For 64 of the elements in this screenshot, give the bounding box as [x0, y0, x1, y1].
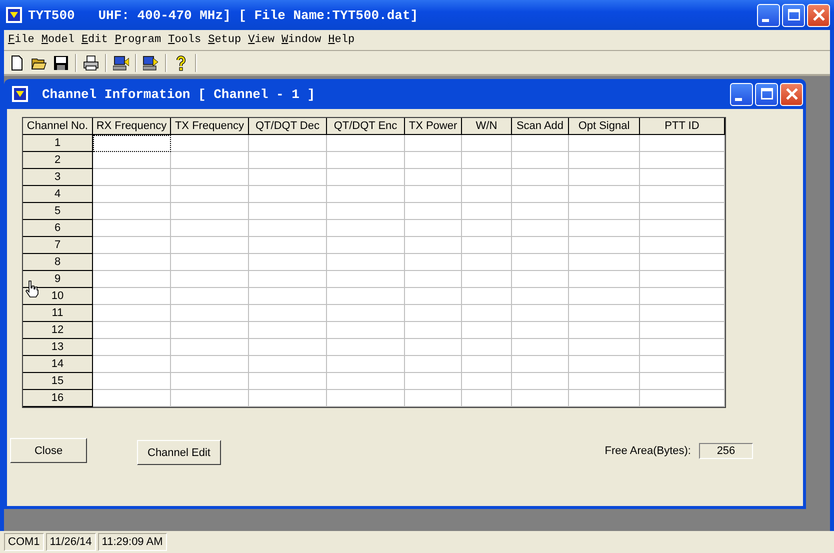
menu-item[interactable]: Model — [41, 34, 74, 46]
minimize-button[interactable] — [730, 82, 753, 106]
row-header[interactable]: 14 — [23, 356, 93, 373]
row-header[interactable]: 16 — [23, 390, 93, 407]
app-icon — [6, 7, 22, 23]
close-icon — [786, 88, 798, 100]
column-header[interactable]: TX Power — [405, 118, 462, 135]
free-area-label: Free Area(Bytes): — [604, 444, 691, 456]
menu-item[interactable]: Tools — [168, 34, 202, 46]
close-button[interactable] — [780, 82, 803, 106]
computer-arrow-icon[interactable] — [143, 54, 159, 70]
row-header[interactable]: 3 — [23, 169, 93, 186]
column-header[interactable]: PTT ID — [640, 118, 725, 135]
maximize-button[interactable] — [755, 82, 778, 106]
row-header[interactable]: 11 — [23, 305, 93, 322]
row-header[interactable]: 12 — [23, 322, 93, 339]
hand-cursor-icon — [25, 280, 39, 298]
minimize-button[interactable] — [757, 4, 780, 26]
row-header[interactable]: 4 — [23, 186, 93, 203]
column-header[interactable]: QT/DQT Enc — [327, 118, 405, 135]
column-header[interactable]: QT/DQT Dec — [249, 118, 327, 135]
app-icon — [12, 86, 28, 102]
menu-item[interactable]: Window — [282, 34, 322, 46]
window-title: TYT500 UHF: 400-470 MHz] [ File Name:TYT500.dat] — [28, 8, 418, 22]
close-button[interactable] — [807, 4, 830, 26]
row-header[interactable]: 6 — [23, 220, 93, 237]
minimize-icon — [762, 18, 769, 22]
menu-item[interactable]: File — [8, 34, 34, 46]
table-cell[interactable] — [93, 135, 171, 152]
row-header[interactable]: 7 — [23, 237, 93, 254]
row-header[interactable]: 13 — [23, 339, 93, 356]
row-header[interactable]: 8 — [23, 254, 93, 271]
menu-item[interactable]: Edit — [81, 34, 108, 46]
window-title: Channel Information [ Channel - 1 ] — [42, 86, 316, 102]
column-header[interactable]: RX Frequency — [93, 118, 171, 135]
column-header[interactable]: W/N — [462, 118, 512, 135]
maximize-button[interactable] — [782, 4, 805, 26]
close-button[interactable]: Close — [10, 438, 87, 463]
status-panel: COM1 — [4, 533, 44, 551]
close-icon — [812, 9, 824, 21]
row-header[interactable]: 9 — [23, 271, 93, 288]
column-header[interactable]: Opt Signal — [569, 118, 640, 135]
save-icon[interactable] — [53, 54, 69, 70]
row-header[interactable]: 2 — [23, 152, 93, 169]
maximize-icon — [760, 88, 772, 100]
column-header[interactable]: Channel No. — [23, 118, 93, 135]
status-panel: 11/26/14 — [46, 533, 96, 551]
column-header[interactable]: TX Frequency — [171, 118, 249, 135]
menu-item[interactable]: Program — [114, 34, 162, 46]
maximize-icon — [788, 9, 800, 21]
menu-item[interactable]: View — [248, 34, 275, 46]
row-header[interactable]: 5 — [23, 203, 93, 220]
free-area-value: 256 — [699, 442, 753, 458]
row-header[interactable]: 15 — [23, 373, 93, 390]
column-header[interactable]: Scan Add — [512, 118, 569, 135]
minimize-icon — [735, 98, 742, 100]
printer-icon[interactable] — [83, 54, 99, 70]
computer-arrow-icon[interactable] — [113, 54, 129, 70]
new-file-icon[interactable] — [9, 54, 25, 70]
menu-item[interactable]: Setup — [208, 34, 242, 46]
channel-edit-button[interactable]: Channel Edit — [137, 440, 221, 465]
row-header[interactable]: 1 — [23, 135, 93, 152]
menu-item[interactable]: Help — [328, 34, 355, 46]
status-panel: 11:29:09 AM — [98, 533, 167, 551]
